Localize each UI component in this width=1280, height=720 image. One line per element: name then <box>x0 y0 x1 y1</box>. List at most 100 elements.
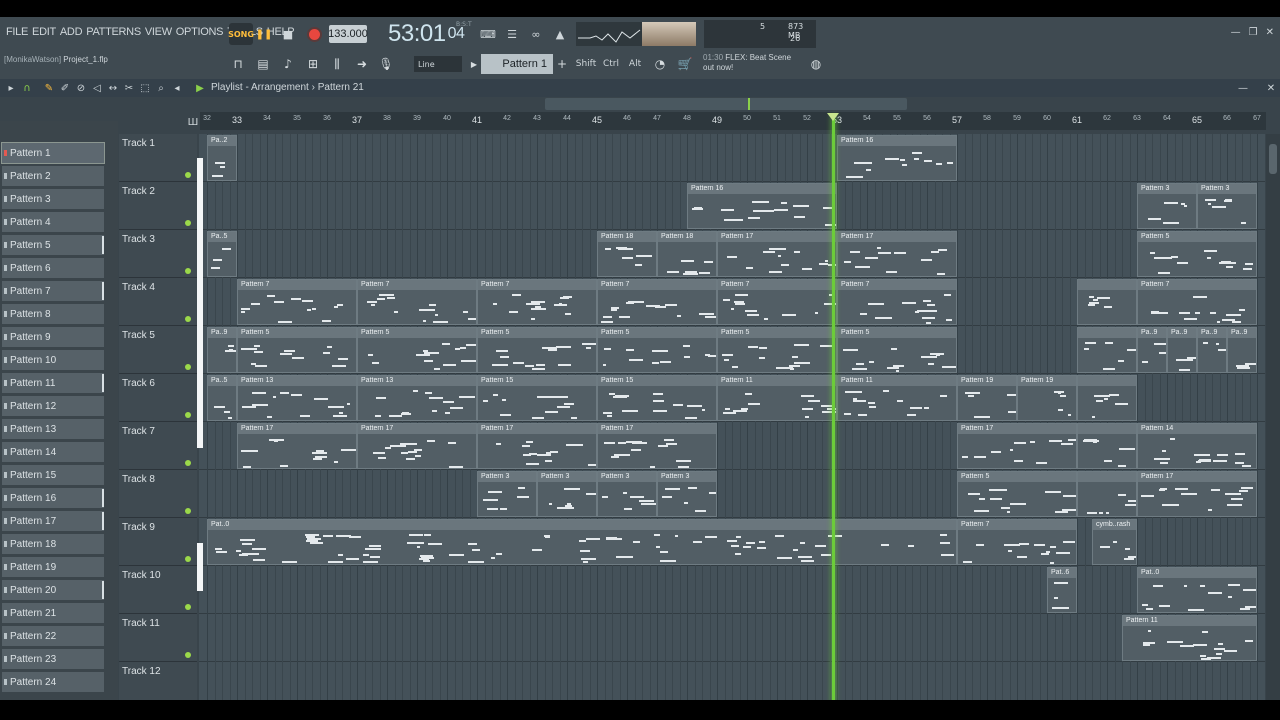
pattern-clip[interactable]: Pattern 17 <box>1137 471 1257 517</box>
track-header[interactable]: Track 2 <box>119 182 197 230</box>
pattern-picker-item[interactable]: Pattern 19 <box>2 557 104 577</box>
ruler-tick[interactable]: 45 <box>592 115 602 125</box>
track-mute-led[interactable] <box>185 172 191 178</box>
track-mute-led[interactable] <box>185 460 191 466</box>
snap-magnet-icon[interactable]: ⊓ <box>228 54 248 74</box>
pattern-clip[interactable]: Pattern 19 <box>957 375 1017 421</box>
menu-item-edit[interactable]: EDIT <box>30 26 58 38</box>
pattern-clip[interactable]: Pattern 17 <box>237 423 357 469</box>
pattern-clip[interactable]: Pattern 11 <box>837 375 957 421</box>
pattern-picker-item[interactable]: Pattern 11 <box>2 373 104 393</box>
pattern-clip[interactable] <box>1077 423 1137 469</box>
pattern-picker-item[interactable]: Pattern 24 <box>2 672 104 692</box>
ruler-tick[interactable]: 44 <box>563 115 571 122</box>
ruler-tick[interactable]: 32 <box>203 115 211 122</box>
pattern-picker-item[interactable]: Pattern 18 <box>2 534 104 554</box>
track-header[interactable]: Track 4 <box>119 278 197 326</box>
pattern-clip[interactable]: Pattern 7 <box>357 279 477 325</box>
track-header[interactable]: Track 3 <box>119 230 197 278</box>
pattern-picker-item[interactable]: Pattern 1 <box>1 142 105 164</box>
ruler-tick[interactable]: 48 <box>683 115 691 122</box>
playlist-icon[interactable]: ▤ <box>253 54 273 74</box>
track-header[interactable]: Track 5 <box>119 326 197 374</box>
pause-icon[interactable]: ❚❚ <box>255 25 273 43</box>
metronome-icon[interactable]: ▲ <box>550 25 570 43</box>
pattern-clip[interactable]: Pattern 18 <box>657 231 717 277</box>
arrow-right-icon[interactable]: ▸ <box>4 81 18 95</box>
pattern-clip[interactable]: Pattern 3 <box>597 471 657 517</box>
track-mute-led[interactable] <box>185 316 191 322</box>
slip-icon[interactable]: ↔ <box>106 81 120 95</box>
pattern-clip[interactable]: Pattern 7 <box>477 279 597 325</box>
pattern-clip[interactable]: Pattern 5 <box>957 471 1077 517</box>
track-mute-led[interactable] <box>185 364 191 370</box>
pattern-picker-item[interactable]: Pattern 22 <box>2 626 104 646</box>
track-header[interactable]: Track 12 <box>119 662 197 700</box>
pattern-picker-item[interactable]: Pattern 12 <box>2 396 104 416</box>
pattern-clip[interactable]: Pattern 19 <box>1017 375 1077 421</box>
ruler-tick[interactable]: 58 <box>983 115 991 122</box>
track-mute-led[interactable] <box>185 556 191 562</box>
step-edit-icon[interactable]: ☰ <box>502 25 522 43</box>
pattern-picker-item[interactable]: Pattern 10 <box>2 350 104 370</box>
track-header[interactable]: Track 10 <box>119 566 197 614</box>
pattern-picker-item[interactable]: Pattern 2 <box>2 166 104 186</box>
track-mute-led[interactable] <box>185 412 191 418</box>
pattern-picker-item[interactable]: Pattern 4 <box>2 212 104 232</box>
select-icon[interactable]: ⬚ <box>138 81 152 95</box>
pattern-picker-item[interactable]: Pattern 7 <box>2 281 104 301</box>
ruler-tick[interactable]: 55 <box>893 115 901 122</box>
mute-icon[interactable]: ◁ <box>90 81 104 95</box>
pattern-clip[interactable]: Pat..6 <box>1047 567 1077 613</box>
pattern-clip[interactable]: Pattern 7 <box>237 279 357 325</box>
pattern-clip[interactable]: Pattern 5 <box>717 327 837 373</box>
pattern-clip[interactable]: Pa..5 <box>207 375 237 421</box>
playhead-line[interactable] <box>832 115 835 700</box>
pattern-clip[interactable]: Pa..5 <box>207 231 237 277</box>
time-format-label[interactable]: B:S:T <box>456 21 472 28</box>
magnet-icon[interactable]: ∩ <box>20 81 34 95</box>
pattern-picker-item[interactable]: Pattern 21 <box>2 603 104 623</box>
pattern-clip[interactable]: Pattern 17 <box>717 231 837 277</box>
zoom-icon[interactable]: ⌕ <box>154 81 168 95</box>
ruler-tick[interactable]: 63 <box>1133 115 1141 122</box>
ruler-tick[interactable]: 65 <box>1192 115 1202 125</box>
pattern-clip[interactable]: Pattern 18 <box>597 231 657 277</box>
close-playlist-icon[interactable]: ✕ <box>1264 81 1278 95</box>
ruler-tick[interactable]: 39 <box>413 115 421 122</box>
ctrl-key[interactable]: Ctrl <box>601 55 621 73</box>
pattern-clip[interactable]: Pattern 11 <box>1122 615 1257 661</box>
pattern-clip[interactable]: Pattern 16 <box>687 183 837 229</box>
track-header[interactable]: Track 9 <box>119 518 197 566</box>
pattern-picker-item[interactable]: Pattern 17 <box>2 511 104 531</box>
ruler-tick[interactable]: 49 <box>712 115 722 125</box>
pattern-clip[interactable]: Pattern 17 <box>477 423 597 469</box>
paint-icon[interactable]: ✐ <box>58 81 72 95</box>
play-arrow-icon[interactable]: ▶ <box>193 81 207 95</box>
pattern-picker-item[interactable]: Pattern 5 <box>2 235 104 255</box>
arrangement-grid[interactable]: Pa..2 Pattern 16 Pattern 16 Pattern 3 Patter… <box>199 134 1265 700</box>
pattern-clip[interactable]: Pattern 14 <box>1137 423 1257 469</box>
pattern-clip[interactable]: Pattern 13 <box>237 375 357 421</box>
ruler-tick[interactable]: 36 <box>323 115 331 122</box>
pattern-clip[interactable]: Pa..9 <box>1227 327 1257 373</box>
ruler-tick[interactable]: 59 <box>1013 115 1021 122</box>
vertical-scrollbar[interactable] <box>1266 134 1280 700</box>
pattern-clip[interactable]: Pattern 16 <box>837 135 957 181</box>
pattern-picker-item[interactable]: Pattern 13 <box>2 419 104 439</box>
minimize-icon[interactable]: — <box>1231 27 1241 38</box>
menu-item-view[interactable]: VIEW <box>143 26 174 38</box>
snap-selector[interactable]: Line <box>414 56 462 72</box>
timeline-ruler[interactable]: 32 33 34 35 36 37 38 39 40 41 42 43 44 45 46 47 48 49 50 51… <box>200 112 1266 130</box>
menu-item-add[interactable]: ADD <box>58 26 84 38</box>
pattern-clip[interactable]: Pattern 7 <box>837 279 957 325</box>
pattern-clip[interactable]: Pattern 7 <box>1137 279 1257 325</box>
add-pattern-icon[interactable]: + <box>555 54 569 74</box>
pattern-clip[interactable]: Pattern 5 <box>597 327 717 373</box>
menu-item-options[interactable]: OPTIONS <box>174 26 225 38</box>
pattern-clip[interactable]: Pattern 5 <box>357 327 477 373</box>
ruler-tick[interactable]: 46 <box>623 115 631 122</box>
pattern-picker-item[interactable]: Pattern 20 <box>2 580 104 600</box>
track-header[interactable]: Track 7 <box>119 422 197 470</box>
loop-record-icon[interactable]: ∞ <box>526 25 546 43</box>
